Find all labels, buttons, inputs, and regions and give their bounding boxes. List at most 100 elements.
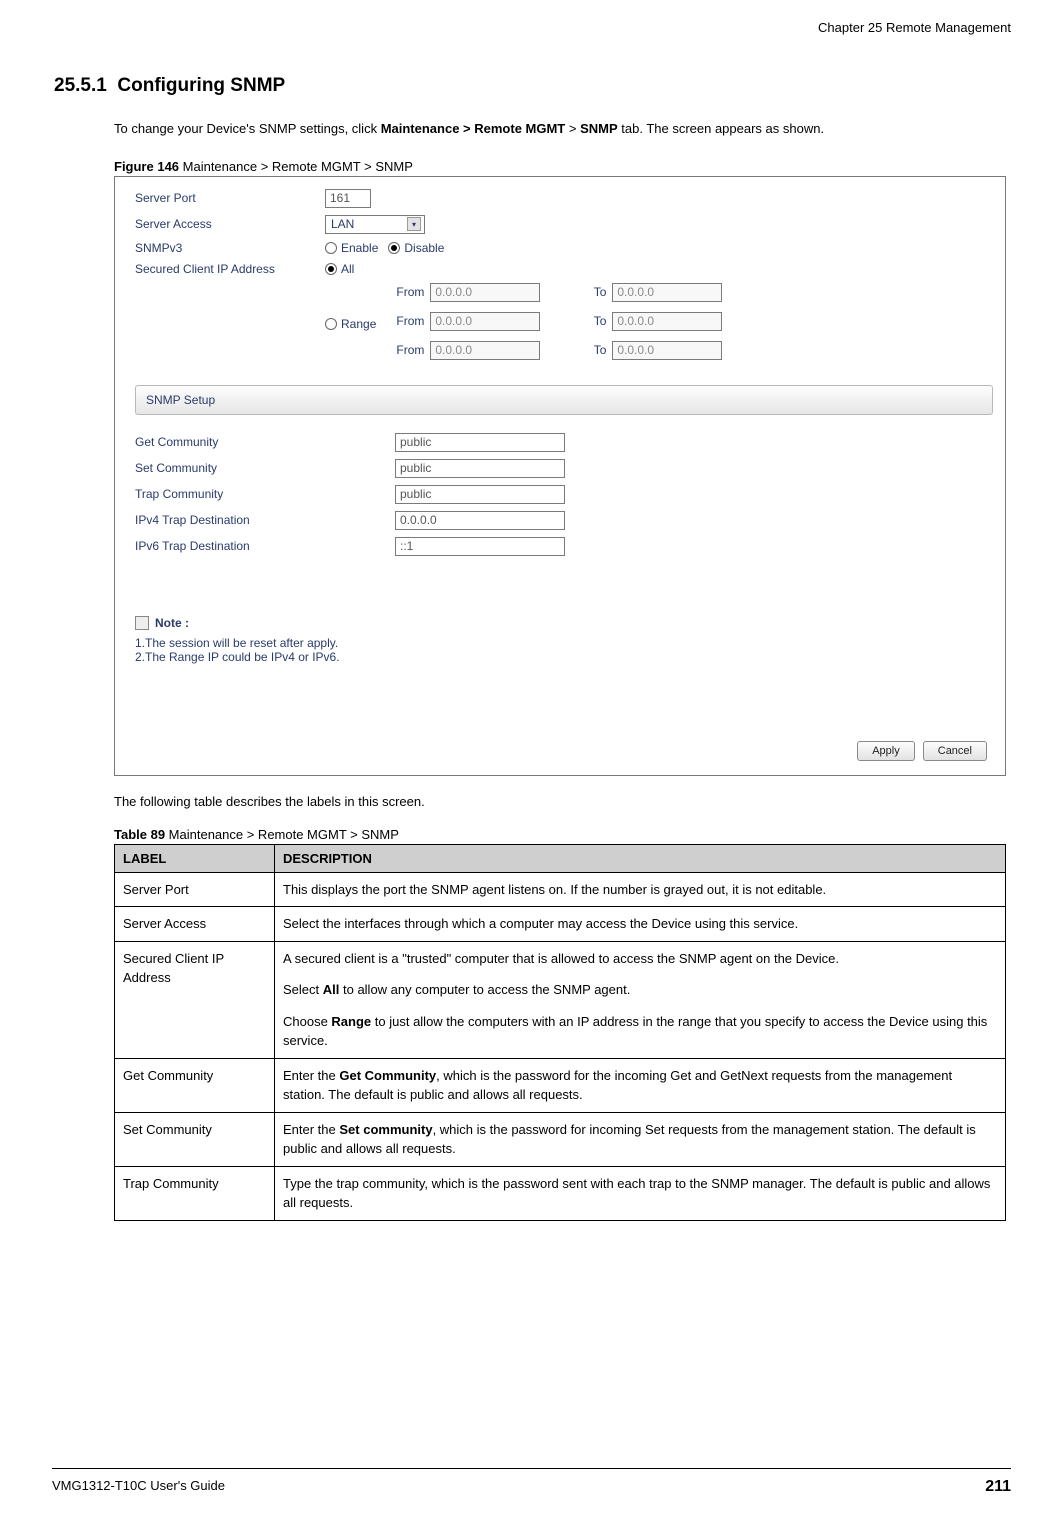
post-figure-paragraph: The following table describes the labels… (114, 794, 1011, 809)
table-row: Trap Community Type the trap community, … (115, 1166, 1006, 1220)
range-line-2: From To (394, 312, 722, 331)
from-label: From (394, 314, 424, 328)
set-community-input[interactable] (395, 459, 565, 478)
ipv6-trap-input[interactable] (395, 537, 565, 556)
snmpv3-enable-radio[interactable]: Enable (325, 241, 378, 255)
secured-client-row: Secured Client IP Address All (135, 262, 993, 276)
disable-text: Disable (404, 241, 444, 255)
snmpv3-disable-radio[interactable]: Disable (388, 241, 444, 255)
range-to-input[interactable] (612, 283, 722, 302)
row-label: Server Access (115, 907, 275, 942)
figure-button-row: Apply Cancel (857, 741, 987, 761)
head-desc: DESCRIPTION (275, 844, 1006, 872)
snmpv3-label: SNMPv3 (135, 241, 325, 255)
desc-pre: Choose (283, 1014, 331, 1029)
table-row: Get Community Enter the Get Community, w… (115, 1058, 1006, 1112)
desc-pre: Enter the (283, 1122, 339, 1137)
row-label: Get Community (115, 1058, 275, 1112)
range-from-input[interactable] (430, 312, 540, 331)
figure-number: Figure 146 (114, 159, 179, 174)
set-community-row: Set Community (135, 459, 993, 478)
server-access-row: Server Access LAN ▾ (135, 215, 993, 234)
intro-suffix: tab. The screen appears as shown. (618, 121, 824, 136)
chevron-down-icon: ▾ (407, 217, 421, 231)
get-community-label: Get Community (135, 435, 395, 449)
range-to-input[interactable] (612, 312, 722, 331)
trap-community-row: Trap Community (135, 485, 993, 504)
head-label: LABEL (115, 844, 275, 872)
desc-text: A secured client is a "trusted" computer… (283, 951, 839, 966)
ipv4-trap-label: IPv4 Trap Destination (135, 513, 395, 527)
to-label: To (546, 285, 606, 299)
range-from-input[interactable] (430, 283, 540, 302)
table-row: Secured Client IP Address A secured clie… (115, 941, 1006, 1058)
table-row: Server Access Select the interfaces thro… (115, 907, 1006, 942)
intro-bold-tab: SNMP (580, 121, 618, 136)
figure-title: Maintenance > Remote MGMT > SNMP (179, 159, 413, 174)
figure-caption: Figure 146 Maintenance > Remote MGMT > S… (114, 159, 1011, 174)
desc-bold: Set community (339, 1122, 432, 1137)
note-line-2: 2.The Range IP could be IPv4 or IPv6. (135, 650, 993, 664)
desc-pre: Select (283, 982, 323, 997)
table-row: Set Community Enter the Set community, w… (115, 1112, 1006, 1166)
row-desc: Enter the Set community, which is the pa… (275, 1112, 1006, 1166)
trap-community-label: Trap Community (135, 487, 395, 501)
secured-range-row: Range From To From To From To (325, 283, 993, 365)
ipv4-trap-input[interactable] (395, 511, 565, 530)
to-label: To (546, 343, 606, 357)
to-label: To (546, 314, 606, 328)
secured-client-label: Secured Client IP Address (135, 262, 325, 276)
desc-post: to just allow the computers with an IP a… (283, 1014, 987, 1049)
footer-guide-name: VMG1312-T10C User's Guide (52, 1478, 225, 1496)
desc-bold: All (323, 982, 340, 997)
note-icon (135, 616, 149, 630)
range-text: Range (341, 317, 376, 331)
secured-all-radio[interactable]: All (325, 262, 354, 276)
radio-icon (325, 263, 337, 275)
row-label: Trap Community (115, 1166, 275, 1220)
server-access-label: Server Access (135, 217, 325, 231)
set-community-label: Set Community (135, 461, 395, 475)
table-number: Table 89 (114, 827, 165, 842)
range-line-3: From To (394, 341, 722, 360)
intro-mid: > (565, 121, 580, 136)
server-access-select[interactable]: LAN ▾ (325, 215, 425, 234)
server-port-label: Server Port (135, 191, 325, 205)
table-row: Server Port This displays the port the S… (115, 872, 1006, 907)
table-caption: Table 89 Maintenance > Remote MGMT > SNM… (114, 827, 1011, 842)
table-head-row: LABEL DESCRIPTION (115, 844, 1006, 872)
row-desc: Select the interfaces through which a co… (275, 907, 1006, 942)
snmp-setup-header: SNMP Setup (135, 385, 993, 415)
ipv6-trap-row: IPv6 Trap Destination (135, 537, 993, 556)
radio-icon (325, 318, 337, 330)
from-label: From (394, 343, 424, 357)
row-label: Set Community (115, 1112, 275, 1166)
radio-icon (388, 242, 400, 254)
range-from-input[interactable] (430, 341, 540, 360)
server-access-value: LAN (331, 217, 354, 231)
enable-text: Enable (341, 241, 378, 255)
desc-bold: Range (331, 1014, 371, 1029)
radio-icon (325, 242, 337, 254)
secured-range-radio[interactable]: Range (325, 317, 376, 331)
range-to-input[interactable] (612, 341, 722, 360)
all-text: All (341, 262, 354, 276)
cancel-button[interactable]: Cancel (923, 741, 987, 761)
chapter-header: Chapter 25 Remote Management (52, 20, 1011, 35)
trap-community-input[interactable] (395, 485, 565, 504)
server-port-input[interactable] (325, 189, 371, 208)
row-label: Server Port (115, 872, 275, 907)
table-title: Maintenance > Remote MGMT > SNMP (165, 827, 399, 842)
row-desc: This displays the port the SNMP agent li… (275, 872, 1006, 907)
range-line-1: From To (394, 283, 722, 302)
get-community-row: Get Community (135, 433, 993, 452)
snmpv3-row: SNMPv3 Enable Disable (135, 241, 993, 255)
apply-button[interactable]: Apply (857, 741, 915, 761)
description-table: LABEL DESCRIPTION Server Port This displ… (114, 844, 1006, 1221)
get-community-input[interactable] (395, 433, 565, 452)
desc-post: to allow any computer to access the SNMP… (339, 982, 630, 997)
ipv6-trap-label: IPv6 Trap Destination (135, 539, 395, 553)
row-desc: A secured client is a "trusted" computer… (275, 941, 1006, 1058)
row-label: Secured Client IP Address (115, 941, 275, 1058)
desc-bold: Get Community (339, 1068, 436, 1083)
